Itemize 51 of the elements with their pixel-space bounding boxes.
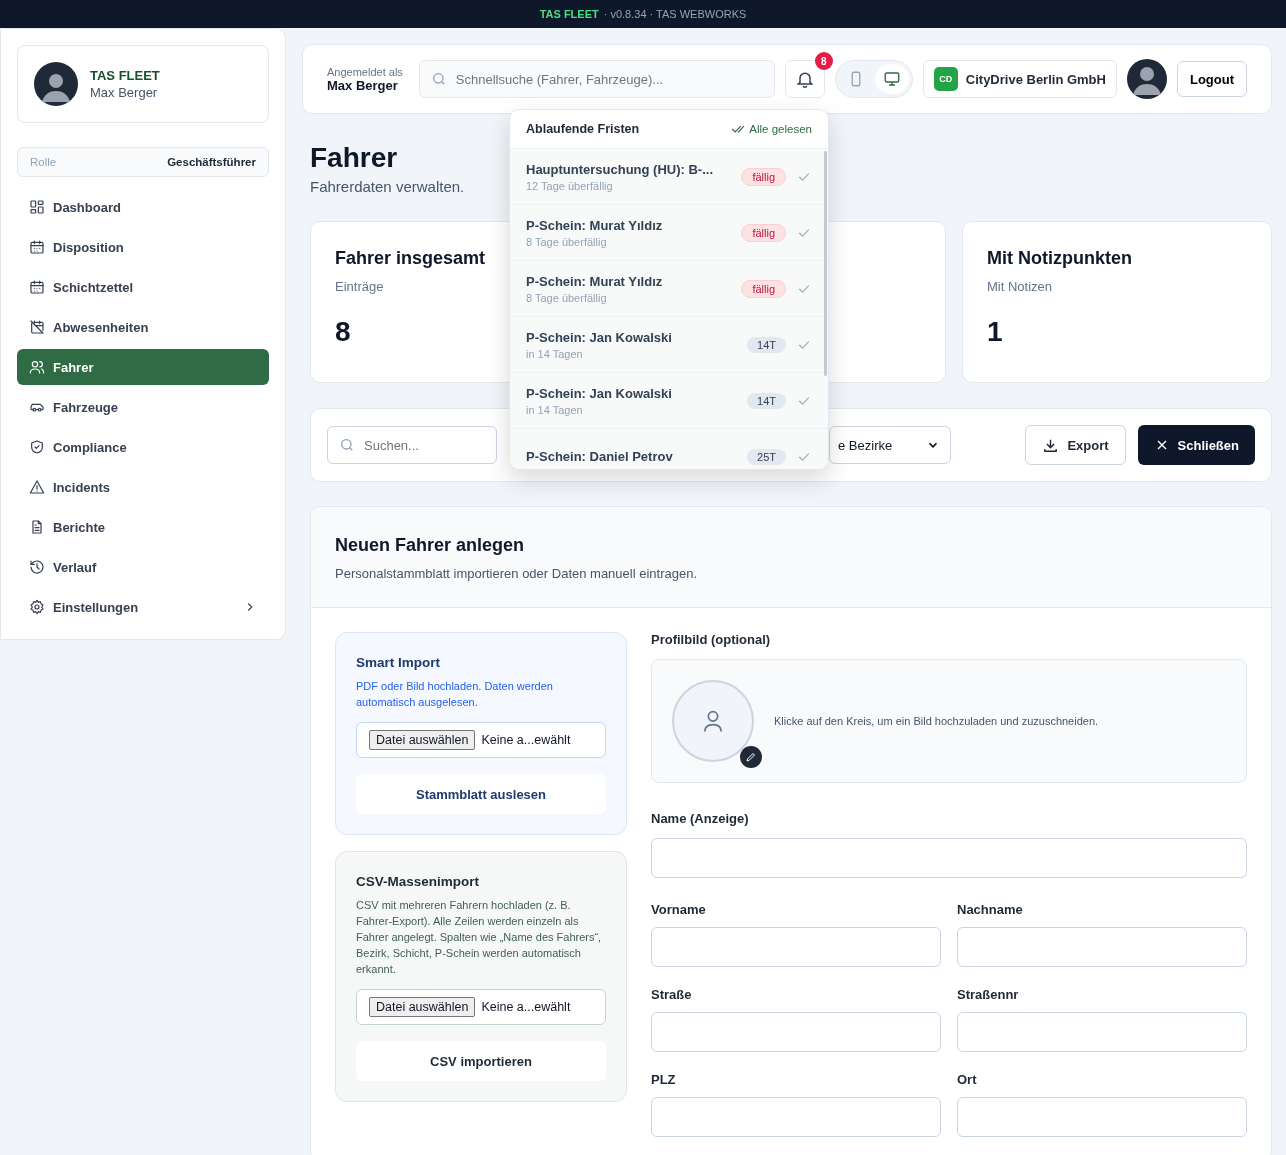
notification-title: P-Schein: Murat Yıldız — [526, 217, 663, 233]
import-description: CSV mit mehreren Fahrern hochladen (z. B. Fahrer-Export). Alle Zeilen werden einzeln als Fahrer angelegt. Spalten wie „Name des Fahrers“, Bezirk, Schicht, P-Schein werden automatisch erkannt. — [356, 898, 603, 977]
page-subtitle: Fahrerdaten verwalten. — [310, 178, 465, 195]
notification-detail: 8 Tage überfällig — [526, 291, 607, 304]
company-badge: CD — [933, 67, 958, 91]
notification-title: Hauptuntersuchung (HU): B-... — [526, 161, 714, 177]
field-label: Nachname — [957, 902, 1024, 917]
import-title: CSV-Massenimport — [356, 874, 481, 889]
role-label: Rolle — [30, 156, 57, 168]
logged-in-user: Max Berger — [327, 77, 399, 93]
form-title: Neuen Fahrer anlegen — [335, 535, 526, 556]
status-badge: fällig — [741, 167, 786, 186]
form-subtitle: Personalstammblatt importieren oder Daten manuell eintragen. — [335, 566, 699, 581]
field-label: PLZ — [651, 1072, 677, 1087]
status-badge: fällig — [741, 223, 786, 242]
stat-value: 1 — [987, 316, 1003, 348]
notification-detail: in 14 Tagen — [526, 347, 583, 360]
notification-detail: 12 Tage überfällig — [526, 179, 613, 192]
status-badge: 25T — [747, 448, 786, 465]
field-label: Ort — [957, 1072, 978, 1087]
notification-title: P-Schein: Daniel Petrov — [526, 449, 673, 464]
notification-count: 8 — [814, 52, 833, 70]
user-name: Max Berger — [90, 85, 159, 100]
photo-hint: Klicke auf den Kreis, um ein Bild hochzuladen und zuzuschneiden. — [774, 715, 1099, 727]
field-label: Straße — [651, 987, 693, 1002]
stat-label: Mit Notizen — [987, 279, 1053, 294]
dropdown-title: Ablaufende Fristen — [526, 122, 640, 136]
status-badge: 14T — [747, 336, 786, 353]
role-value: Geschäftsführer — [167, 156, 256, 168]
notification-title: P-Schein: Jan Kowalski — [526, 385, 672, 401]
import-description: PDF oder Bild hochladen. Daten werden automatisch ausgelesen. — [356, 679, 554, 710]
stat-title: Fahrer insgesamt — [335, 248, 486, 269]
import-title: Smart Import — [356, 655, 441, 670]
notification-detail: 8 Tage überfällig — [526, 235, 607, 248]
stat-value: 8 — [335, 316, 351, 348]
stat-label: Einträge — [335, 279, 384, 294]
notification-title: P-Schein: Murat Yıldız — [526, 273, 663, 289]
field-label: Profilbild (optional) — [651, 632, 772, 647]
field-label: Straßennr — [957, 987, 1020, 1002]
field-label: Name (Anzeige) — [651, 811, 750, 826]
brand-name: TAS FLEET — [90, 68, 160, 83]
notification-detail: in 14 Tagen — [526, 403, 583, 416]
status-badge: 14T — [747, 392, 786, 409]
app-version: · v0.8.34 · TAS WEBWORKS — [603, 8, 747, 20]
stat-title: Mit Notizpunkten — [987, 248, 1132, 269]
logged-in-label: Angemeldet als — [327, 65, 403, 78]
notification-title: P-Schein: Jan Kowalski — [526, 329, 672, 345]
field-label: Vorname — [651, 902, 707, 917]
status-badge: fällig — [741, 279, 786, 298]
app-name: TAS FLEET — [539, 8, 599, 20]
page-title: Fahrer — [310, 142, 398, 174]
